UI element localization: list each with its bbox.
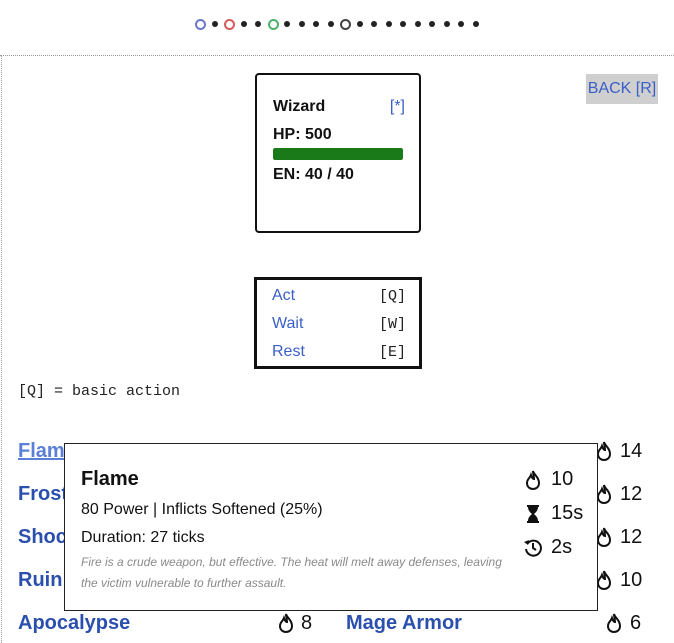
progress-dot [327, 21, 334, 27]
progress-dot [429, 21, 435, 27]
flame-icon [596, 484, 612, 504]
spell-cost: 10 [620, 569, 643, 591]
flame-icon [596, 570, 612, 590]
left-divider [1, 55, 2, 643]
progress-dot [240, 21, 247, 27]
progress-dot [255, 21, 261, 27]
action-rest[interactable]: Rest [E] [272, 343, 406, 365]
character-details-link[interactable]: [*] [390, 98, 405, 116]
action-menu: Act [Q] Wait [W] Rest [E] [254, 277, 422, 369]
flame-icon [278, 613, 294, 633]
back-button[interactable]: BACK [R] [586, 74, 658, 104]
hp-bar [273, 148, 403, 160]
action-hotkey: [Q] [378, 288, 406, 305]
action-act[interactable]: Act [Q] [272, 287, 406, 309]
energy-label: EN: 40 / 40 [273, 166, 354, 183]
character-name: Wizard [273, 98, 326, 115]
progress-dot [284, 21, 290, 27]
action-hotkey: [E] [378, 344, 406, 361]
progress-dot [400, 21, 406, 27]
tooltip-title: Flame [81, 468, 139, 490]
action-label: Rest [272, 343, 305, 360]
tooltip-description: Fire is a crude weapon, but effective. T… [81, 555, 502, 590]
action-wait[interactable]: Wait [W] [272, 315, 406, 337]
action-hotkey: [W] [378, 316, 406, 333]
spell-ruin[interactable]: Ruin [18, 569, 62, 592]
spell-cost: 14 [620, 440, 643, 462]
progress-dot [371, 21, 377, 27]
flame-icon [606, 613, 622, 633]
hourglass-icon [527, 505, 539, 523]
spell-mage-armor[interactable]: Mage Armor [346, 612, 462, 635]
progress-dot [458, 21, 464, 27]
tooltip-cast-time-value: 15s [551, 502, 584, 524]
character-card: Wizard [*] HP: 500 EN: 40 / 40 [255, 73, 421, 233]
tooltip-cooldown-value: 2s [551, 536, 573, 558]
hotkey-hint: [Q] = basic action [18, 383, 181, 400]
spell-frost[interactable]: Frost [18, 483, 68, 506]
cooldown-icon [524, 539, 542, 557]
flame-icon [525, 470, 541, 490]
tooltip-cost-value: 10 [551, 468, 574, 490]
progress-dot [356, 21, 363, 27]
progress-dot [340, 19, 351, 30]
progress-dot [472, 21, 479, 27]
progress-dot [224, 19, 235, 30]
progress-dot [298, 21, 305, 27]
hp-label: HP: 500 [273, 126, 332, 143]
spell-cost: 6 [630, 612, 642, 634]
flame-icon [596, 527, 612, 547]
flame-icon [596, 441, 612, 461]
spell-tooltip: Flame 80 Power | Inflicts Softened (25%)… [64, 443, 598, 611]
tooltip-duration: Duration: 27 ticks [81, 529, 205, 546]
spell-apocalypse[interactable]: Apocalypse [18, 612, 130, 635]
progress-dot [267, 19, 279, 30]
spell-cost: 12 [620, 526, 643, 548]
action-label: Wait [272, 315, 304, 332]
tooltip-effect: 80 Power | Inflicts Softened (25%) [81, 501, 323, 518]
progress-dot [414, 21, 421, 27]
progress-dot [385, 21, 392, 27]
progress-dot [195, 19, 206, 30]
spell-cost: 12 [620, 483, 643, 505]
progress-dot [211, 21, 218, 27]
spell-flame[interactable]: Flam [18, 440, 65, 463]
action-label: Act [272, 287, 296, 304]
progress-dot [443, 21, 450, 27]
spell-cost: 8 [301, 612, 313, 634]
turn-progress-dots [0, 19, 674, 33]
top-divider [0, 55, 674, 56]
hp-bar-fill [273, 148, 403, 160]
progress-dot [313, 21, 319, 27]
spell-shock[interactable]: Shoc [18, 526, 67, 549]
